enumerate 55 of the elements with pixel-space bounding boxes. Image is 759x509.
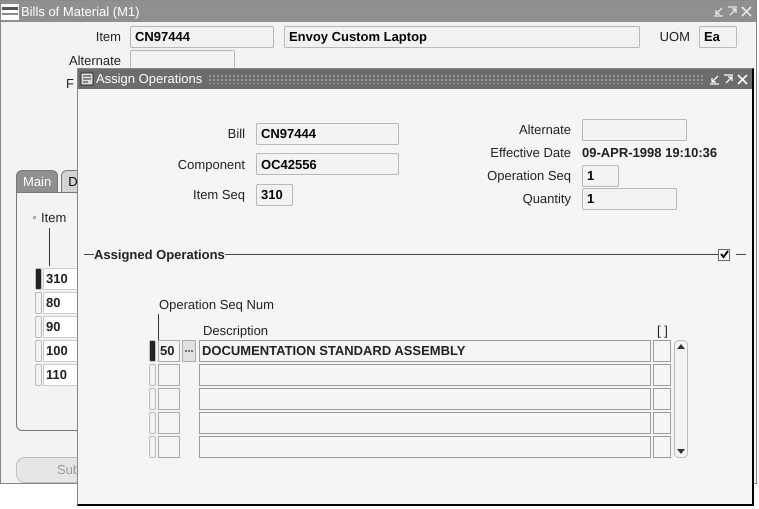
seq-cell[interactable] — [158, 388, 180, 410]
row-indicator[interactable] — [35, 268, 42, 290]
flag-cell[interactable] — [653, 436, 671, 458]
seq-cell[interactable] — [158, 364, 180, 386]
window-title: Bills of Material (M1) — [21, 2, 140, 21]
text-field[interactable]: OC42556 — [256, 153, 399, 176]
field-label: Bill — [226, 125, 245, 144]
maximize-icon[interactable] — [727, 6, 738, 17]
field-label: Component — [176, 156, 245, 174]
field-label: Item Seq — [192, 186, 245, 204]
item-field[interactable]: CN97444 — [130, 26, 274, 48]
row-indicator[interactable] — [149, 340, 156, 362]
seq-cell[interactable] — [158, 412, 180, 434]
text-field[interactable]: 1 — [582, 165, 619, 187]
dialog-title: Assign Operations — [96, 70, 202, 88]
field-value: 09-APR-1998 19:10:36 — [582, 144, 718, 162]
flag-cell[interactable] — [653, 412, 671, 434]
text-field[interactable]: CN97444 — [256, 122, 399, 145]
description-cell[interactable] — [199, 364, 651, 386]
description-cell[interactable] — [199, 436, 651, 458]
scroll-up-icon[interactable] — [677, 344, 685, 349]
field-label: Operation Seq — [486, 167, 571, 186]
column-header: Item — [41, 209, 66, 227]
description-cell[interactable] — [199, 388, 651, 410]
text-field[interactable]: 1 — [582, 188, 677, 210]
close-icon[interactable] — [741, 6, 752, 17]
field-label: Item — [94, 28, 121, 46]
bullet-icon — [33, 216, 36, 220]
scroll-down-icon[interactable] — [677, 449, 685, 454]
field-label: Quantity — [522, 190, 571, 208]
seq-cell[interactable]: 50 — [158, 340, 180, 362]
seq-cell[interactable] — [158, 436, 180, 458]
field-label: Effective Date — [489, 144, 571, 162]
list-button[interactable] — [182, 340, 196, 362]
description-field[interactable]: Envoy Custom Laptop — [284, 26, 640, 48]
section-checkbox[interactable] — [718, 248, 730, 261]
uom-field[interactable]: Ea — [699, 26, 737, 48]
description-cell[interactable] — [199, 412, 651, 434]
text-field[interactable] — [582, 119, 687, 141]
field-label: Alternate — [518, 121, 571, 140]
description-cell[interactable]: DOCUMENTATION STANDARD ASSEMBLY — [199, 340, 651, 362]
dialog-icon — [80, 72, 94, 86]
minimize-icon[interactable] — [713, 6, 724, 17]
flag-cell[interactable] — [653, 388, 671, 410]
scrollbar[interactable] — [674, 340, 688, 458]
text-field[interactable]: 310 — [256, 184, 293, 206]
flag-cell[interactable] — [653, 340, 671, 362]
column-header: Operation Seq Num — [159, 296, 275, 314]
column-header: Description — [203, 322, 268, 340]
flag-cell[interactable] — [653, 364, 671, 386]
column-header: [ ] — [657, 322, 668, 340]
field-label: UOM — [658, 28, 690, 46]
section-title: Assigned Operations — [94, 246, 225, 264]
field-label: F — [66, 74, 74, 93]
field-label: Alternate — [68, 52, 121, 70]
